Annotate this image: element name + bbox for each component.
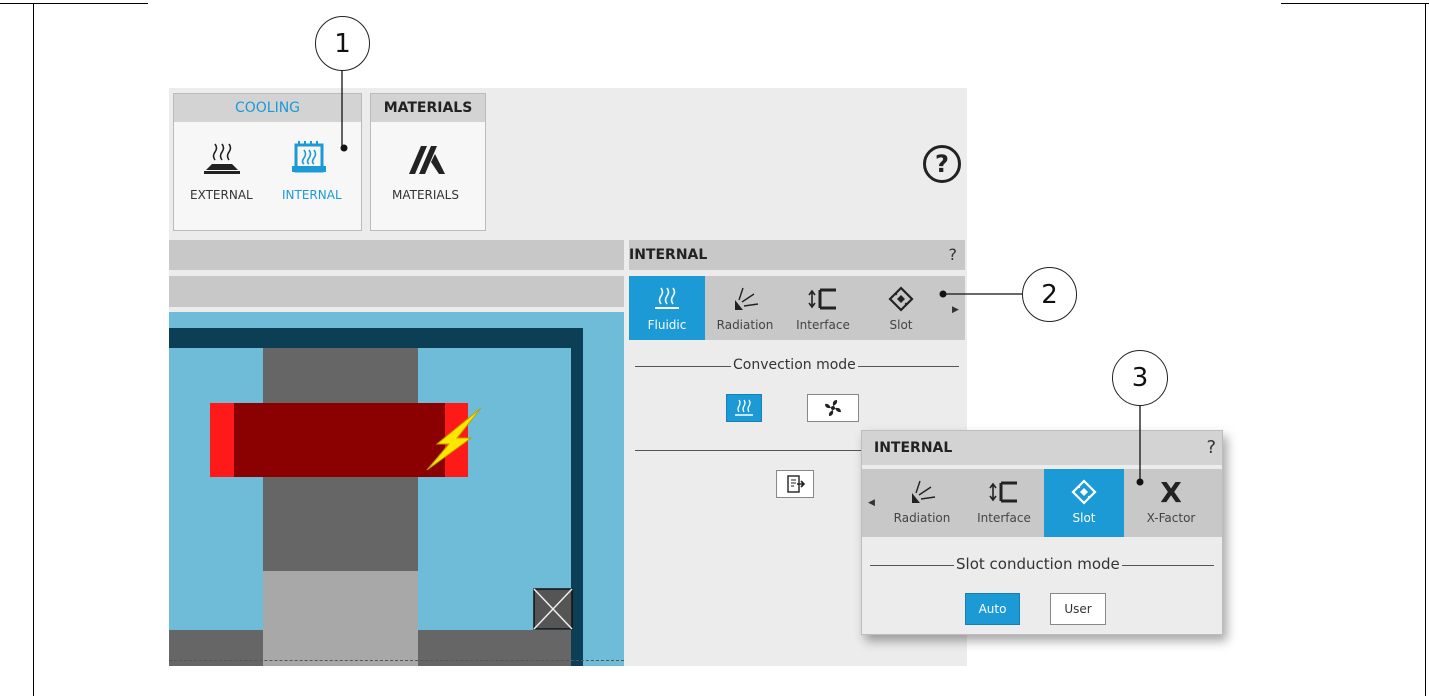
materials-icon bbox=[409, 146, 445, 174]
materials-tab-label: MATERIALS bbox=[383, 100, 473, 116]
callout-2: 2 bbox=[1022, 267, 1077, 322]
tool-slot[interactable]: Slot bbox=[863, 276, 939, 340]
lightning-icon bbox=[426, 407, 482, 471]
internal-panel-divider bbox=[635, 450, 865, 451]
user-button[interactable]: User bbox=[1050, 593, 1106, 625]
interface-icon bbox=[808, 288, 836, 310]
canvas-toolbar-bar bbox=[169, 276, 624, 307]
auto-button[interactable]: Auto bbox=[965, 593, 1020, 625]
external-button[interactable]: EXTERNAL bbox=[182, 130, 262, 210]
forced-convection-button[interactable] bbox=[807, 394, 859, 422]
cooling-group: COOLING EXTERNAL INTERNAL bbox=[173, 93, 362, 231]
tool-interface-label: Interface bbox=[796, 318, 850, 332]
scroll-left-icon[interactable]: ◀ bbox=[868, 497, 875, 508]
fluidic-icon bbox=[655, 287, 679, 309]
tool-radiation[interactable]: Radiation bbox=[707, 276, 783, 340]
radiation-icon bbox=[735, 287, 759, 310]
x-factor-icon: X bbox=[1160, 475, 1182, 509]
scroll-right-icon[interactable]: ▶ bbox=[952, 304, 959, 315]
slot-conduction-mode-title: Slot conduction mode bbox=[954, 555, 1122, 573]
popup-title: INTERNAL bbox=[874, 440, 953, 456]
external-label: EXTERNAL bbox=[190, 188, 253, 202]
housing-frame-top bbox=[169, 328, 581, 348]
popup-tool-radiation[interactable]: Radiation bbox=[882, 469, 962, 537]
popup-tool-slot-label: Slot bbox=[1072, 511, 1096, 525]
internal-panel-help[interactable]: ? bbox=[949, 245, 958, 264]
internal-button[interactable]: INTERNAL bbox=[269, 130, 354, 210]
tool-interface[interactable]: Interface bbox=[785, 276, 861, 340]
tool-fluidic[interactable]: Fluidic bbox=[629, 276, 705, 340]
external-cooling-icon bbox=[204, 143, 240, 174]
popup-tool-radiation-label: Radiation bbox=[893, 511, 951, 525]
cooling-tab[interactable]: COOLING bbox=[174, 94, 361, 122]
tool-fluidic-label: Fluidic bbox=[647, 318, 687, 332]
popup-tool-interface[interactable]: Interface bbox=[964, 469, 1044, 537]
axis-line bbox=[169, 660, 624, 661]
callout-1: 1 bbox=[315, 16, 370, 71]
radiation-icon bbox=[912, 480, 936, 503]
popup-toolbar: ◀ Radiation Interface Slot X X-Factor bbox=[862, 469, 1222, 537]
callout-3: 3 bbox=[1112, 350, 1168, 406]
interface-icon bbox=[989, 481, 1017, 503]
auto-label: Auto bbox=[978, 602, 1007, 616]
internal-toolbar: Fluidic Radiation Interface Slot ▶ bbox=[629, 276, 965, 340]
popup-tool-x-factor[interactable]: X X-Factor bbox=[1126, 469, 1216, 537]
materials-label: MATERIALS bbox=[392, 188, 459, 202]
convection-mode-title: Convection mode bbox=[731, 357, 858, 373]
natural-convection-icon bbox=[735, 399, 753, 416]
fan-icon bbox=[825, 400, 841, 416]
slot-icon bbox=[1071, 479, 1097, 505]
internal-label: INTERNAL bbox=[282, 188, 342, 202]
slot-icon bbox=[888, 286, 914, 312]
tool-slot-label: Slot bbox=[889, 318, 913, 332]
internal-panel-title: INTERNAL bbox=[629, 247, 708, 263]
user-label: User bbox=[1064, 602, 1092, 616]
popup-help[interactable]: ? bbox=[1206, 437, 1216, 458]
materials-tab[interactable]: MATERIALS bbox=[371, 94, 485, 122]
natural-convection-button[interactable] bbox=[726, 394, 762, 422]
winding-end-left bbox=[210, 403, 234, 477]
materials-button[interactable]: MATERIALS bbox=[381, 130, 475, 210]
model-viewport[interactable] bbox=[169, 312, 624, 666]
popup-tool-x-factor-label: X-Factor bbox=[1146, 511, 1196, 525]
popup-panel: INTERNAL ? ◀ Radiation Interface Slot X bbox=[861, 430, 1223, 635]
tool-radiation-label: Radiation bbox=[716, 318, 774, 332]
cooling-tab-label: COOLING bbox=[234, 100, 301, 116]
materials-group: MATERIALS MATERIALS bbox=[370, 93, 486, 231]
export-icon bbox=[787, 475, 805, 493]
shaft-region bbox=[263, 571, 418, 666]
help-button[interactable]: ? bbox=[923, 145, 961, 183]
boundary-marker-icon bbox=[533, 588, 573, 630]
export-button[interactable] bbox=[776, 470, 814, 498]
popup-tool-interface-label: Interface bbox=[977, 511, 1031, 525]
canvas-header-bar bbox=[169, 240, 624, 270]
popup-tool-slot[interactable]: Slot bbox=[1044, 469, 1124, 537]
help-glyph: ? bbox=[935, 150, 949, 178]
internal-cooling-icon bbox=[292, 141, 326, 173]
popup-header: INTERNAL ? bbox=[862, 431, 1222, 465]
internal-panel-header: INTERNAL ? bbox=[629, 240, 965, 270]
